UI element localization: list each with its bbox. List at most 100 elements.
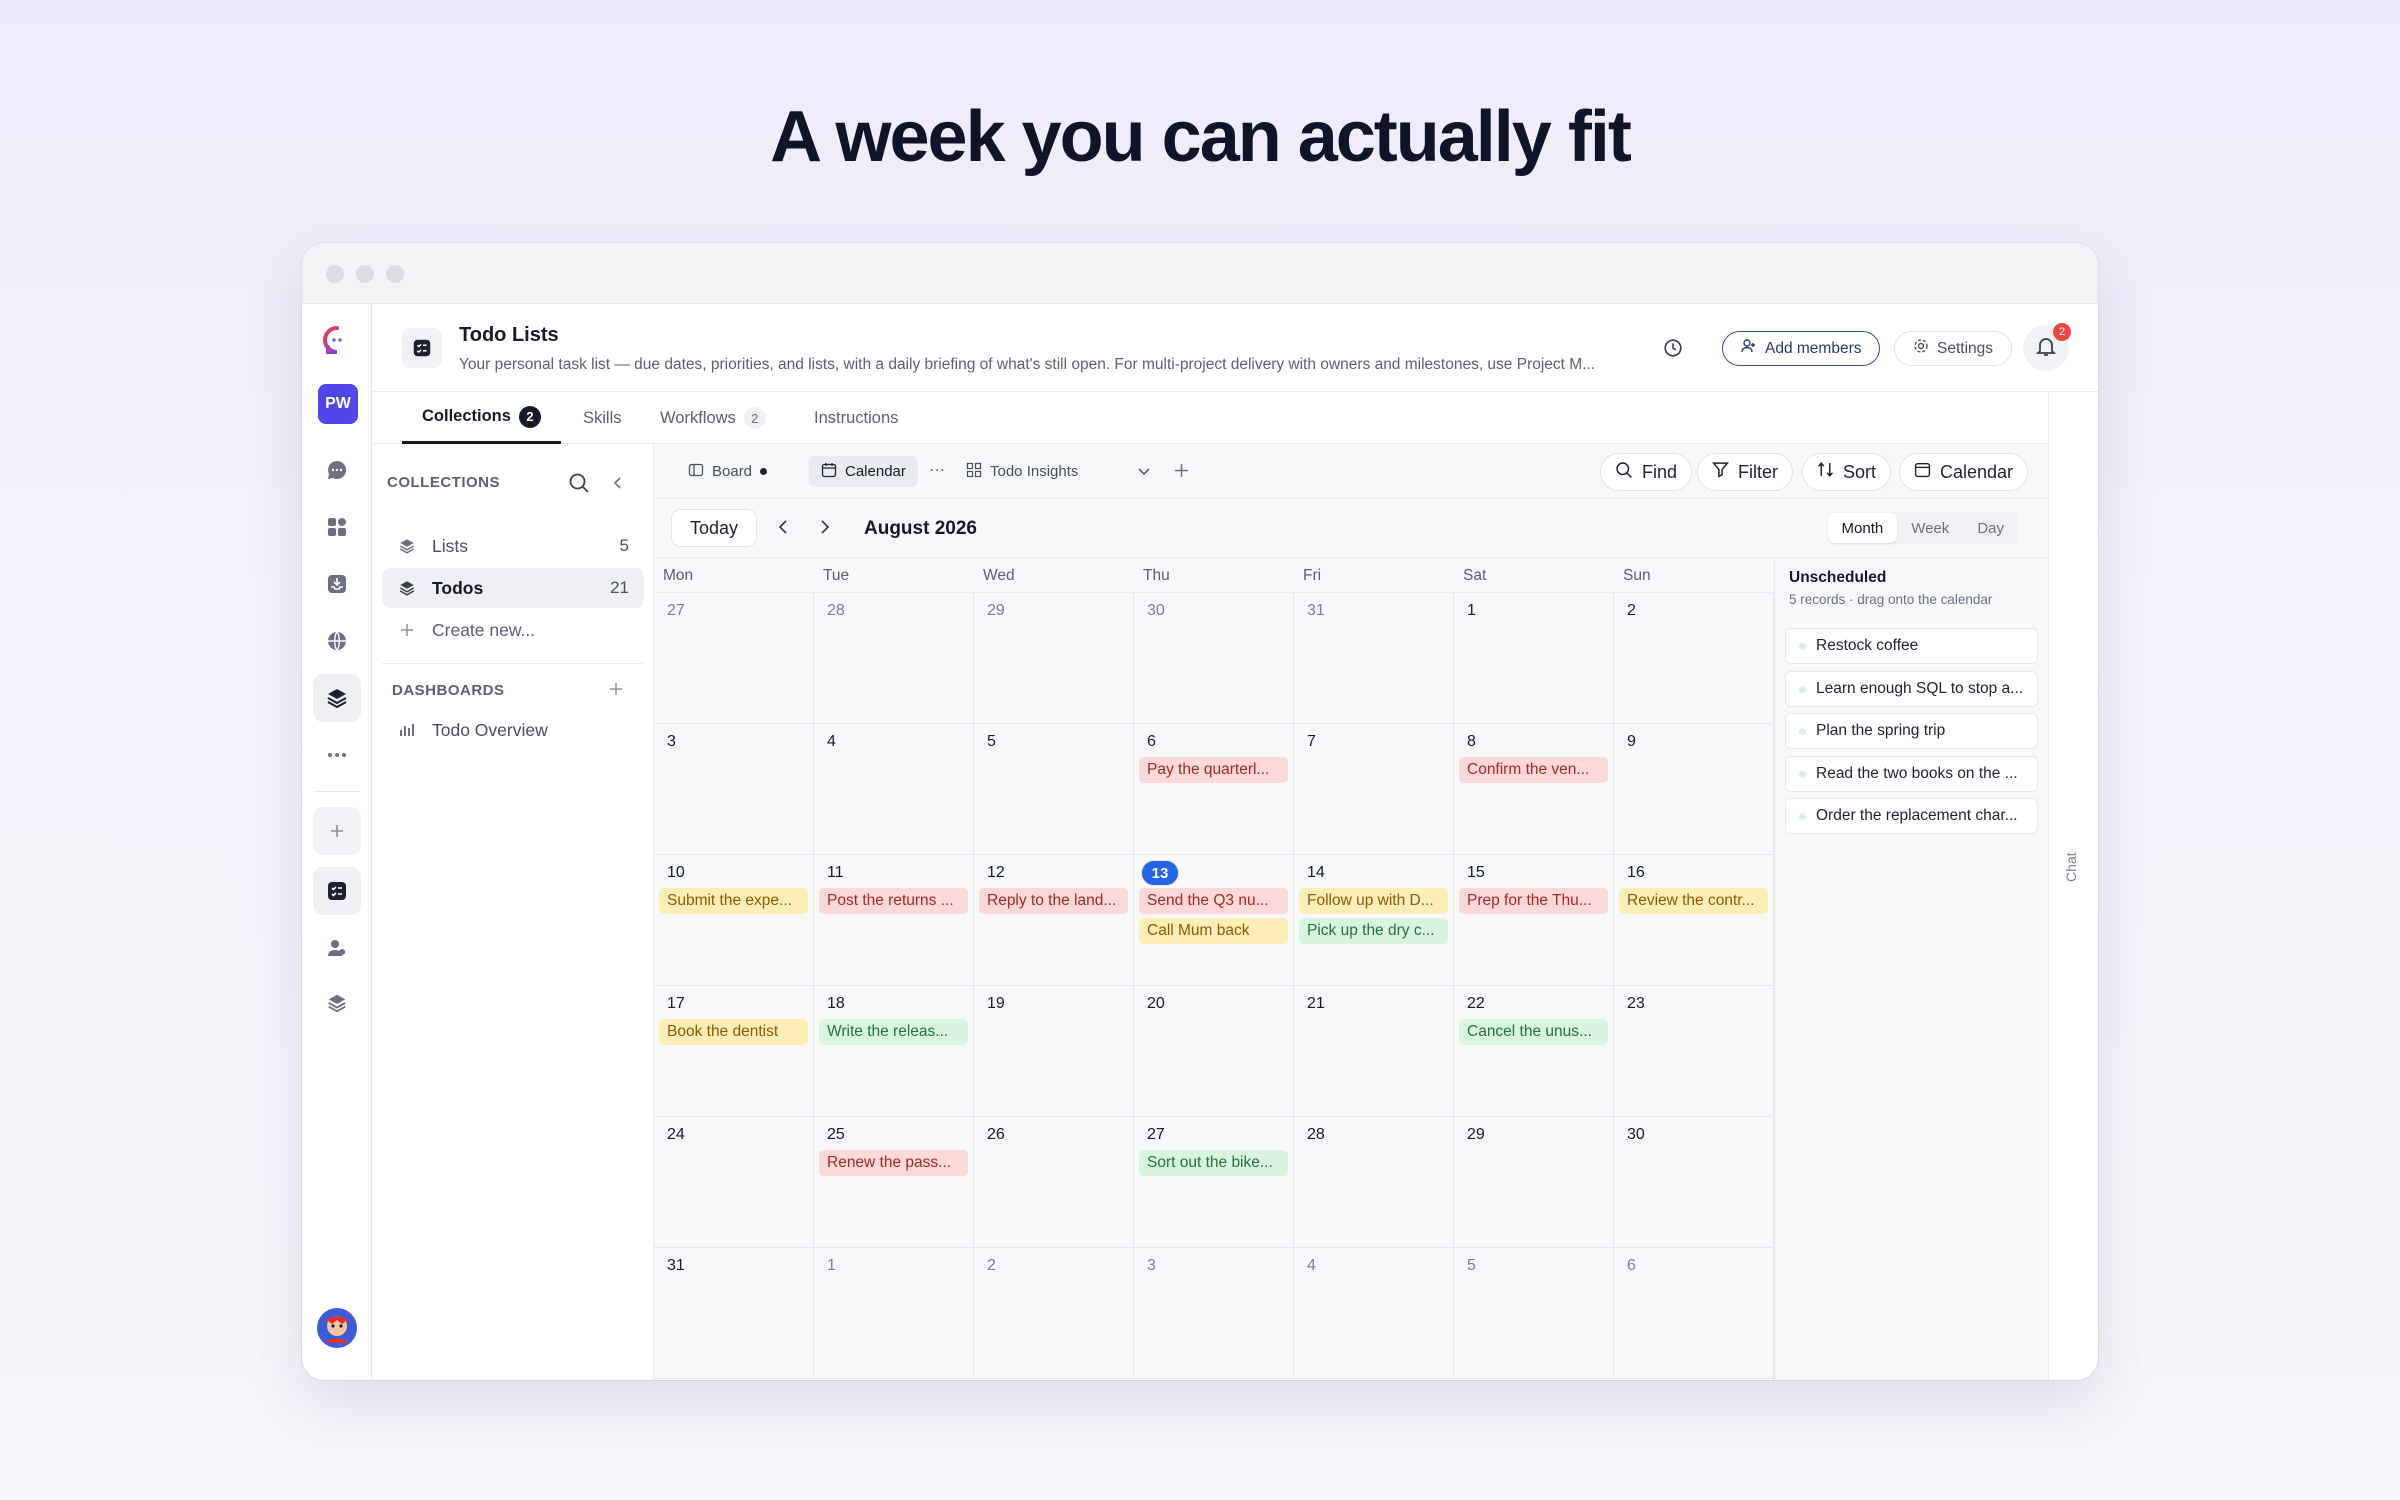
calendar-day-cell[interactable]: 26 <box>974 1117 1134 1248</box>
calendar-event[interactable]: Sort out the bike... <box>1139 1150 1288 1176</box>
unscheduled-item[interactable]: Order the replacement char... <box>1785 798 2038 834</box>
calendar-event[interactable]: Renew the pass... <box>819 1150 968 1176</box>
collapse-sidebar-icon[interactable] <box>608 473 628 498</box>
calendar-event[interactable]: Pick up the dry c... <box>1299 918 1448 944</box>
calendar-day-cell[interactable]: 13 Send the Q3 nu... Call Mum back <box>1134 855 1294 986</box>
stack-icon[interactable] <box>313 979 361 1027</box>
apps-grid-icon[interactable] <box>313 503 361 551</box>
today-button[interactable]: Today <box>671 509 758 547</box>
calendar-day-cell[interactable]: 28 <box>814 593 974 724</box>
sort-button[interactable]: Sort <box>1802 453 1892 491</box>
app-logo-icon[interactable] <box>313 316 361 364</box>
calendar-day-cell[interactable]: 27 <box>654 593 814 724</box>
calendar-event[interactable]: Post the returns ... <box>819 888 968 914</box>
people-icon[interactable] <box>313 924 361 972</box>
prev-month-icon[interactable] <box>774 517 794 543</box>
calendar-day-cell[interactable]: 1 <box>1454 593 1614 724</box>
chevron-down-icon[interactable] <box>1136 463 1152 484</box>
tab-instructions[interactable]: Instructions <box>814 392 898 444</box>
calendar-day-cell[interactable]: 30 <box>1134 593 1294 724</box>
view-todo-insights[interactable]: Todo Insights <box>954 456 1090 487</box>
calendar-day-cell[interactable]: 14 Follow up with D... Pick up the dry c..… <box>1294 855 1454 986</box>
calendar-day-cell[interactable]: 16 Review the contr... <box>1614 855 1774 986</box>
calendar-event[interactable]: Send the Q3 nu... <box>1139 888 1288 914</box>
calendar-day-cell[interactable]: 19 <box>974 986 1134 1117</box>
calendar-day-cell[interactable]: 15 Prep for the Thu... <box>1454 855 1614 986</box>
calendar-event[interactable]: Write the releas... <box>819 1019 968 1045</box>
calendar-day-cell[interactable]: 27 Sort out the bike... <box>1134 1117 1294 1248</box>
add-dashboard-icon[interactable] <box>609 682 623 701</box>
unscheduled-item[interactable]: Plan the spring trip <box>1785 713 2038 749</box>
calendar-day-cell[interactable]: 8 Confirm the ven... <box>1454 724 1614 855</box>
calendar-day-cell[interactable]: 22 Cancel the unus... <box>1454 986 1614 1117</box>
calendar-event[interactable]: Book the dentist <box>659 1019 808 1045</box>
window-maximize-dot[interactable] <box>386 265 404 283</box>
calendar-event[interactable]: Cancel the unus... <box>1459 1019 1608 1045</box>
dashboard-item-todo-overview[interactable]: Todo Overview <box>382 710 644 750</box>
unscheduled-item[interactable]: Learn enough SQL to stop a... <box>1785 670 2038 707</box>
calendar-day-cell[interactable]: 23 <box>1614 986 1774 1117</box>
unscheduled-item[interactable]: Read the two books on the ... <box>1785 755 2038 792</box>
calendar-day-cell[interactable]: 3 <box>1134 1248 1294 1379</box>
tab-collections[interactable]: Collections 2 <box>402 392 561 444</box>
add-icon[interactable] <box>313 807 361 855</box>
calendar-day-cell[interactable]: 5 <box>1454 1248 1614 1379</box>
tab-workflows[interactable]: Workflows 2 <box>660 392 766 444</box>
calendar-day-cell[interactable]: 6 <box>1614 1248 1774 1379</box>
calendar-day-cell[interactable]: 7 <box>1294 724 1454 855</box>
calendar-day-cell[interactable]: 29 <box>1454 1117 1614 1248</box>
calendar-event[interactable]: Follow up with D... <box>1299 888 1448 914</box>
mode-week[interactable]: Week <box>1897 513 1963 543</box>
layers-icon[interactable] <box>313 674 361 722</box>
calendar-day-cell[interactable]: 3 <box>654 724 814 855</box>
calendar-day-cell[interactable]: 21 <box>1294 986 1454 1117</box>
calendar-day-cell[interactable]: 4 <box>1294 1248 1454 1379</box>
filter-button[interactable]: Filter <box>1697 453 1793 491</box>
user-avatar[interactable] <box>313 1304 361 1352</box>
history-icon[interactable] <box>1662 337 1684 364</box>
calendar-event[interactable]: Review the contr... <box>1619 888 1768 914</box>
find-button[interactable]: Find <box>1600 453 1693 491</box>
calendar-settings-button[interactable]: Calendar <box>1899 453 2029 491</box>
calendar-day-cell[interactable]: 29 <box>974 593 1134 724</box>
next-month-icon[interactable] <box>814 517 834 543</box>
calendar-day-cell[interactable]: 31 <box>1294 593 1454 724</box>
calendar-day-cell[interactable]: 9 <box>1614 724 1774 855</box>
calendar-day-cell[interactable]: 18 Write the releas... <box>814 986 974 1117</box>
mode-day[interactable]: Day <box>1963 513 2018 543</box>
chat-icon[interactable] <box>313 446 361 494</box>
calendar-day-cell[interactable]: 6 Pay the quarterl... <box>1134 724 1294 855</box>
calendar-event[interactable]: Reply to the land... <box>979 888 1128 914</box>
chat-panel-toggle[interactable]: Chat <box>2048 392 2098 1380</box>
view-calendar[interactable]: Calendar <box>809 456 918 487</box>
mode-month[interactable]: Month <box>1827 513 1898 543</box>
calendar-day-cell[interactable]: 1 <box>814 1248 974 1379</box>
unscheduled-item[interactable]: Restock coffee <box>1785 628 2038 664</box>
window-minimize-dot[interactable] <box>356 265 374 283</box>
calendar-event[interactable]: Prep for the Thu... <box>1459 888 1608 914</box>
calendar-event[interactable]: Confirm the ven... <box>1459 757 1608 783</box>
calendar-day-cell[interactable]: 17 Book the dentist <box>654 986 814 1117</box>
globe-icon[interactable] <box>313 617 361 665</box>
inbox-icon[interactable] <box>313 560 361 608</box>
calendar-day-cell[interactable]: 25 Renew the pass... <box>814 1117 974 1248</box>
add-members-button[interactable]: Add members <box>1722 331 1881 366</box>
window-close-dot[interactable] <box>326 265 344 283</box>
calendar-day-cell[interactable]: 31 <box>654 1248 814 1379</box>
workspace-avatar[interactable]: PW <box>318 384 358 424</box>
calendar-day-cell[interactable]: 12 Reply to the land... <box>974 855 1134 986</box>
settings-button[interactable]: Settings <box>1894 331 2013 366</box>
calendar-event[interactable]: Pay the quarterl... <box>1139 757 1288 783</box>
more-icon[interactable] <box>313 731 361 779</box>
view-options-icon[interactable]: ⋯ <box>929 460 945 480</box>
tab-skills[interactable]: Skills <box>583 392 622 444</box>
calendar-day-cell[interactable]: 24 <box>654 1117 814 1248</box>
sidebar-item-lists[interactable]: Lists 5 <box>382 526 644 566</box>
sidebar-item-todos[interactable]: Todos 21 <box>382 568 644 608</box>
calendar-day-cell[interactable]: 5 <box>974 724 1134 855</box>
create-new-button[interactable]: Create new... <box>382 610 644 650</box>
search-icon[interactable] <box>568 472 590 499</box>
calendar-day-cell[interactable]: 10 Submit the expe... <box>654 855 814 986</box>
calendar-event[interactable]: Submit the expe... <box>659 888 808 914</box>
add-view-icon[interactable] <box>1174 463 1189 483</box>
